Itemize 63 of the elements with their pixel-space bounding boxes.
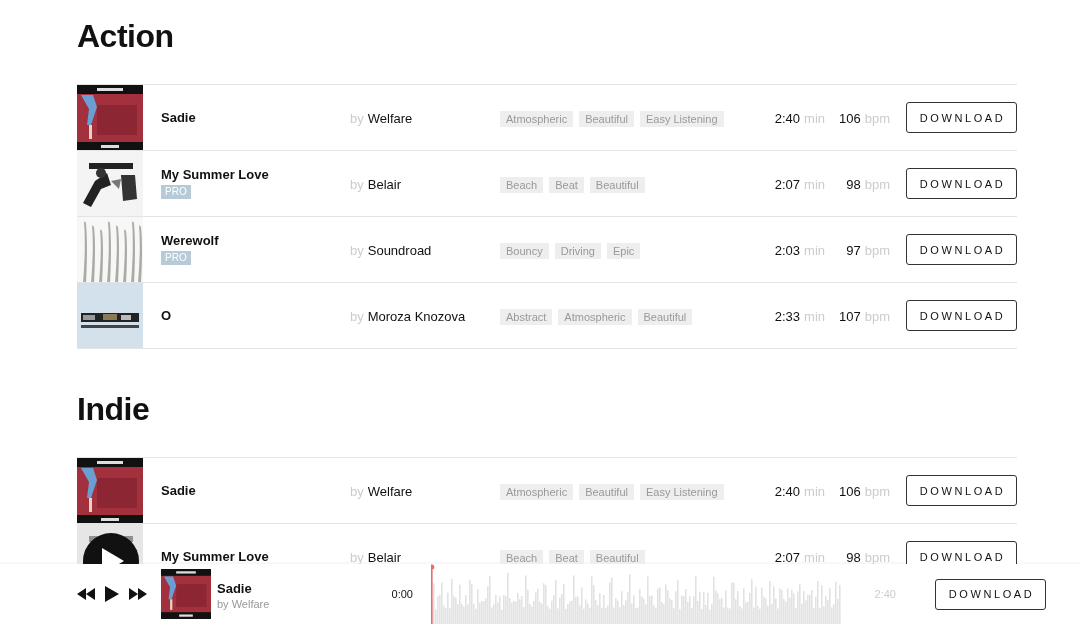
- tag[interactable]: Epic: [606, 242, 641, 259]
- tag[interactable]: Abstract: [500, 308, 553, 325]
- tag[interactable]: Atmospheric: [558, 308, 632, 325]
- bpm-value: 106: [839, 111, 861, 126]
- track-title: Sadie: [217, 580, 253, 596]
- tag[interactable]: Beautiful: [637, 308, 693, 325]
- download-button[interactable]: DOWNLOAD: [906, 102, 1017, 133]
- tag[interactable]: Beat: [549, 549, 584, 564]
- bpm-value: 98: [846, 550, 861, 564]
- tag[interactable]: Beat: [549, 176, 584, 193]
- tag[interactable]: Beach: [500, 176, 544, 193]
- tag[interactable]: Driving: [554, 242, 601, 259]
- artist-name[interactable]: Moroza Knozova: [367, 309, 466, 324]
- elapsed-time: 0:00: [390, 588, 413, 600]
- duration: 2:03: [774, 243, 801, 258]
- fast-forward-button[interactable]: [129, 588, 147, 600]
- track-title: Sadie: [161, 483, 196, 498]
- artist-name[interactable]: Soundroad: [367, 243, 432, 258]
- play-button[interactable]: [105, 586, 119, 602]
- rewind-icon: [77, 588, 95, 600]
- pro-badge: PRO: [161, 185, 191, 199]
- artist-name[interactable]: Belair: [367, 550, 401, 564]
- pro-badge: PRO: [161, 251, 191, 265]
- tag[interactable]: Beautiful: [589, 176, 645, 193]
- tag[interactable]: Atmospheric: [500, 483, 574, 500]
- download-button[interactable]: DOWNLOAD: [906, 234, 1017, 265]
- duration: 2:07: [774, 177, 801, 192]
- duration: 2:07: [774, 550, 801, 564]
- tag[interactable]: Easy Listening: [639, 483, 724, 500]
- track-title: Werewolf: [161, 234, 219, 248]
- track-title: My Summer Love: [161, 168, 269, 182]
- section-heading: Action: [77, 17, 175, 56]
- artist-name[interactable]: Welfare: [367, 111, 413, 126]
- section-heading: Indie: [77, 390, 151, 429]
- track-title: My Summer Love: [161, 549, 269, 564]
- playhead[interactable]: [431, 564, 435, 624]
- track-title: O: [161, 308, 172, 323]
- fast-forward-icon: [129, 588, 147, 600]
- rewind-button[interactable]: [77, 588, 95, 600]
- duration: 2:40: [774, 111, 801, 126]
- tag[interactable]: Beach: [500, 549, 544, 564]
- download-button[interactable]: DOWNLOAD: [906, 475, 1017, 506]
- play-icon: [105, 586, 119, 602]
- tag[interactable]: Easy Listening: [639, 110, 724, 127]
- download-button[interactable]: DOWNLOAD: [935, 578, 1046, 610]
- download-button[interactable]: DOWNLOAD: [906, 541, 1017, 564]
- artist-name[interactable]: Belair: [367, 177, 401, 192]
- tag[interactable]: Beautiful: [579, 483, 634, 500]
- artist-name[interactable]: Welfare: [367, 484, 413, 499]
- tag[interactable]: Atmospheric: [500, 110, 574, 127]
- duration: 2:40: [774, 484, 801, 499]
- tag[interactable]: Beautiful: [579, 110, 634, 127]
- duration: 2:33: [774, 309, 801, 324]
- track-title: Sadie: [161, 110, 196, 125]
- download-button[interactable]: DOWNLOAD: [906, 168, 1017, 199]
- download-button[interactable]: DOWNLOAD: [906, 300, 1017, 331]
- bpm-value: 107: [839, 309, 861, 324]
- tag[interactable]: Beautiful: [589, 549, 645, 564]
- bpm-value: 97: [846, 243, 861, 258]
- tag[interactable]: Bouncy: [500, 242, 549, 259]
- bpm-value: 106: [839, 484, 861, 499]
- bpm-value: 98: [846, 177, 861, 192]
- artist-name: by Welfare: [217, 597, 271, 610]
